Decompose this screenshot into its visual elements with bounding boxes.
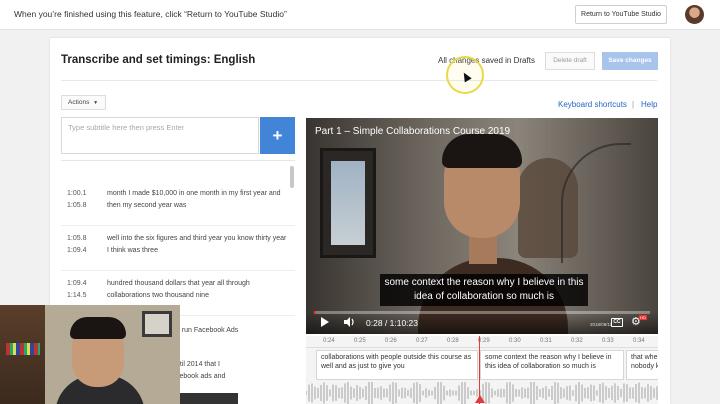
timeline-ruler: 0:24 0:25 0:26 0:27 0:28 0:29 0:30 0:31 … xyxy=(306,336,658,348)
bottom-bar xyxy=(180,393,238,404)
video-caption: some context the reason why I believe in… xyxy=(380,274,588,306)
subtitle-text[interactable]: o run Facebook Ads xyxy=(176,327,238,334)
actions-dropdown[interactable]: Actions ▼ xyxy=(61,95,106,110)
webcam-books xyxy=(6,343,40,355)
subtitle-text[interactable]: well into the six figures and third year… xyxy=(107,233,287,257)
help-link[interactable]: Help xyxy=(641,100,657,109)
subtitle-input[interactable]: Type subtitle here then press Enter xyxy=(61,117,259,154)
tick-label: 0:30 xyxy=(509,338,521,344)
play-icon[interactable] xyxy=(321,317,329,327)
tick-label: 0:28 xyxy=(447,338,459,344)
end-time[interactable]: 1:09.4 xyxy=(67,245,86,257)
playhead[interactable] xyxy=(479,336,480,404)
header-divider xyxy=(61,80,657,81)
captions-icon[interactable]: CC xyxy=(611,318,623,327)
page-title: Transcribe and set timings: English xyxy=(61,54,256,66)
video-person-hair xyxy=(442,134,522,168)
list-item[interactable]: 1:05.8 1:09.4 well into the six figures … xyxy=(61,226,295,271)
tick-label: 0:26 xyxy=(385,338,397,344)
hd-badge: HD xyxy=(639,315,647,320)
tick-label: 0:34 xyxy=(633,338,645,344)
end-time[interactable]: 1:14.5 xyxy=(67,290,86,302)
video-progress-bar[interactable] xyxy=(314,311,650,314)
webcam-picture-frame xyxy=(142,311,172,337)
timeline[interactable]: 0:24 0:25 0:26 0:27 0:28 0:29 0:30 0:31 … xyxy=(306,336,658,404)
subtitle-text[interactable]: ntil 2014 that I xyxy=(176,361,220,368)
start-time[interactable]: 1:00.1 xyxy=(67,188,86,200)
video-time: 0:28 / 1:10:23 xyxy=(366,318,418,328)
subtitle-text[interactable]: month I made $10,000 in one month in my … xyxy=(107,188,287,212)
timeline-segment[interactable]: that whe nobody k xyxy=(626,350,658,380)
video-wall-art xyxy=(320,148,376,258)
chevron-down-icon: ▼ xyxy=(93,100,99,106)
list-item[interactable]: 1:00.1 1:05.8 month I made $10,000 in on… xyxy=(61,181,295,226)
video-title: Part 1 – Simple Collaborations Course 20… xyxy=(315,126,511,137)
end-time[interactable]: 1:05.8 xyxy=(67,200,86,212)
return-to-studio-button[interactable]: Return to YouTube Studio xyxy=(575,5,667,24)
webcam-overlay xyxy=(0,305,180,404)
playhead-handle[interactable] xyxy=(475,395,485,403)
start-time[interactable]: 1:05.8 xyxy=(67,233,86,245)
start-time[interactable]: 1:09.4 xyxy=(67,278,86,290)
subtitle-times: 1:00.1 1:05.8 xyxy=(67,188,86,212)
link-separator: | xyxy=(632,100,635,109)
video-progress-fill xyxy=(314,311,317,314)
tick-label: 0:33 xyxy=(602,338,614,344)
tick-label: 0:31 xyxy=(540,338,552,344)
top-notice-bar: When you’re finished using this feature,… xyxy=(0,0,720,30)
subtitle-times: 1:05.8 1:09.4 xyxy=(67,233,86,257)
actions-label: Actions xyxy=(68,99,90,106)
tick-label: 0:32 xyxy=(571,338,583,344)
tick-label: 0:27 xyxy=(416,338,428,344)
timeline-segment[interactable]: collaborations with people outside this … xyxy=(316,350,478,380)
plus-icon: + xyxy=(272,126,283,145)
list-scrollbar[interactable] xyxy=(290,166,294,188)
video-player[interactable]: Part 1 – Simple Collaborations Course 20… xyxy=(306,118,658,334)
add-subtitle-button[interactable]: + xyxy=(260,117,295,154)
subtitle-times: 1:09.4 1:14.5 xyxy=(67,278,86,302)
timeline-segment[interactable]: some context the reason why I believe in… xyxy=(480,350,624,380)
volume-icon[interactable] xyxy=(344,317,356,327)
tick-label: 0:24 xyxy=(323,338,335,344)
webcam-person-hair xyxy=(70,317,126,339)
keyboard-shortcuts-link[interactable]: Keyboard shortcuts xyxy=(558,100,627,109)
notice-text: When you’re finished using this feature,… xyxy=(14,9,287,19)
tick-label: 0:25 xyxy=(354,338,366,344)
subtitle-text[interactable]: hundred thousand dollars that year all t… xyxy=(107,278,287,302)
save-changes-button[interactable]: Save changes xyxy=(602,52,658,70)
delete-draft-button[interactable]: Delete draft xyxy=(545,52,595,70)
avatar[interactable] xyxy=(685,5,704,24)
video-datestamp: 2018/08/11 xyxy=(590,322,613,327)
subtitle-text[interactable]: cebook ads and xyxy=(176,373,225,380)
